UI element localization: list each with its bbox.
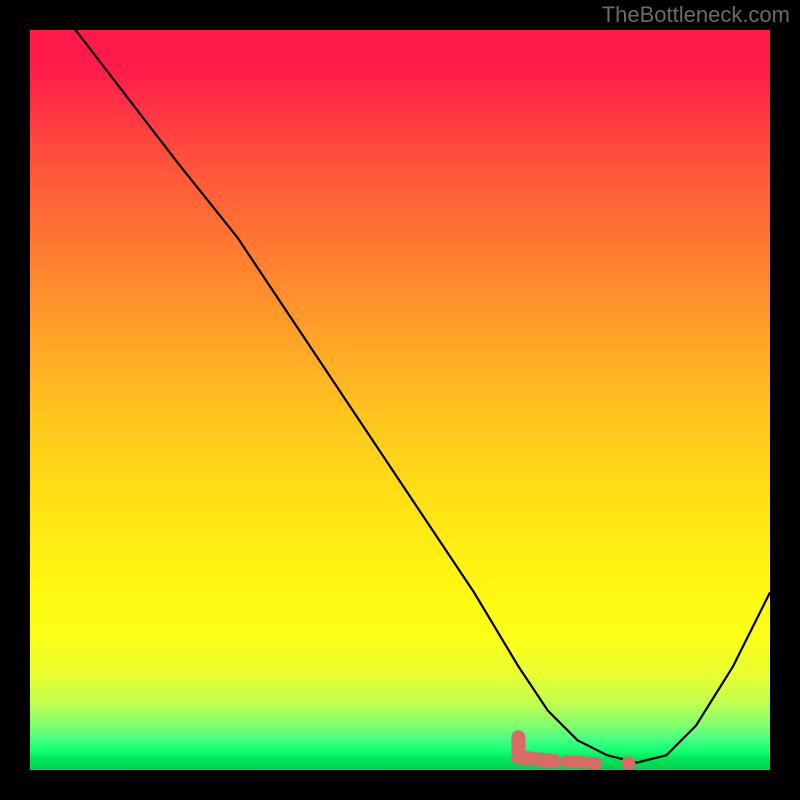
chart-overlay — [30, 30, 770, 770]
watermark-text: TheBottleneck.com — [602, 2, 790, 28]
optimal-range-marker — [518, 737, 635, 770]
plot-area — [30, 30, 770, 770]
bottleneck-curve — [30, 30, 770, 763]
